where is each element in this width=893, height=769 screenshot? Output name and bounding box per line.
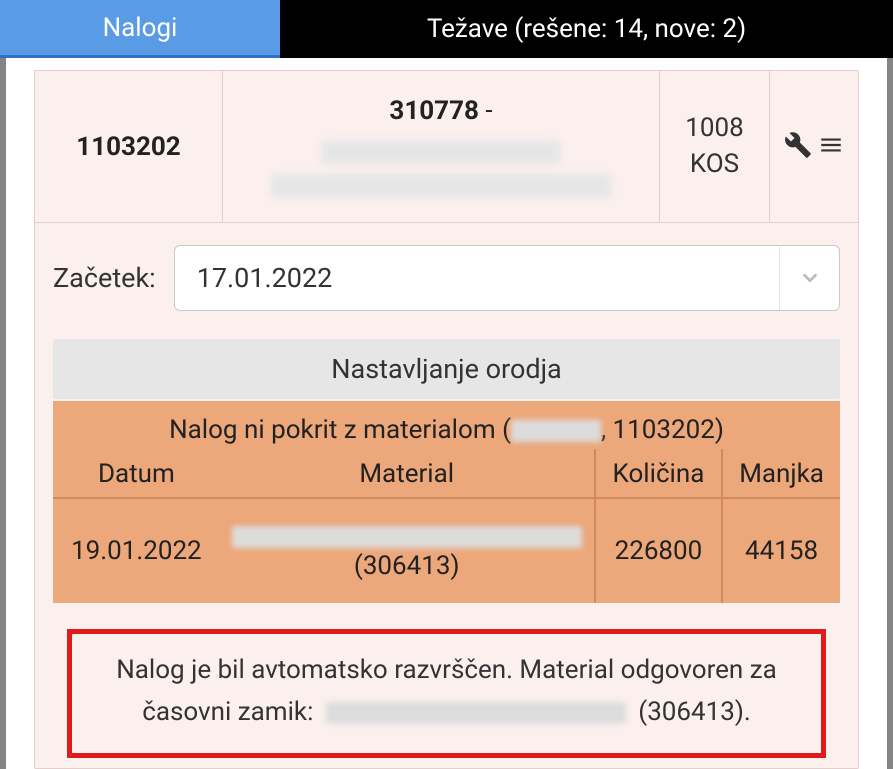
material-table-title: Nalog ni pokrit z materialom (, 1103202): [53, 401, 840, 449]
cell-qty: 226800: [595, 498, 722, 603]
material-shortage-table: Nalog ni pokrit z materialom (, 1103202)…: [53, 401, 840, 603]
tool-setup-bar[interactable]: Nastavljanje orodja: [53, 339, 840, 399]
cell-date: 19.01.2022: [53, 498, 220, 603]
table-row: 19.01.2022 (306413) 226800 44158: [53, 498, 840, 603]
chevron-down-icon: [779, 246, 839, 310]
col-date: Datum: [53, 449, 220, 498]
tab-orders[interactable]: Nalogi: [0, 0, 280, 58]
redacted-text: [271, 174, 611, 198]
order-quantity: 1008 KOS: [660, 71, 770, 222]
col-material: Material: [220, 449, 595, 498]
order-card: 1103202 310778 - 1008 KOS: [34, 70, 859, 769]
tab-issues[interactable]: Težave (rešene: 14, nove: 2): [280, 0, 893, 58]
start-label: Začetek:: [53, 262, 156, 294]
start-row: Začetek: 17.01.2022: [53, 245, 840, 311]
cell-missing: 44158: [722, 498, 840, 603]
redacted-text: [321, 140, 561, 164]
tools-icon[interactable]: [784, 131, 812, 163]
col-qty: Količina: [595, 449, 722, 498]
redacted-text: [326, 702, 626, 724]
col-missing: Manjka: [722, 449, 840, 498]
tab-bar: Nalogi Težave (rešene: 14, nove: 2): [0, 0, 893, 58]
start-date-value: 17.01.2022: [197, 262, 779, 294]
order-description: 310778 -: [223, 71, 660, 222]
start-date-dropdown[interactable]: 17.01.2022: [174, 245, 840, 311]
alert-auto-scheduled: Nalog je bil avtomatsko razvrščen. Mater…: [67, 629, 826, 758]
cell-material: (306413): [220, 498, 595, 603]
order-id: 1103202: [35, 71, 223, 222]
order-card-body: Začetek: 17.01.2022 Nastavljanje orodja …: [35, 223, 858, 768]
order-card-header: 1103202 310778 - 1008 KOS: [35, 71, 858, 223]
redacted-text: [511, 420, 601, 442]
menu-icon[interactable]: [818, 132, 844, 162]
product-code: 310778: [389, 96, 479, 126]
content-area: 1103202 310778 - 1008 KOS: [0, 58, 893, 769]
redacted-text: [232, 526, 582, 548]
order-actions: [770, 71, 858, 222]
